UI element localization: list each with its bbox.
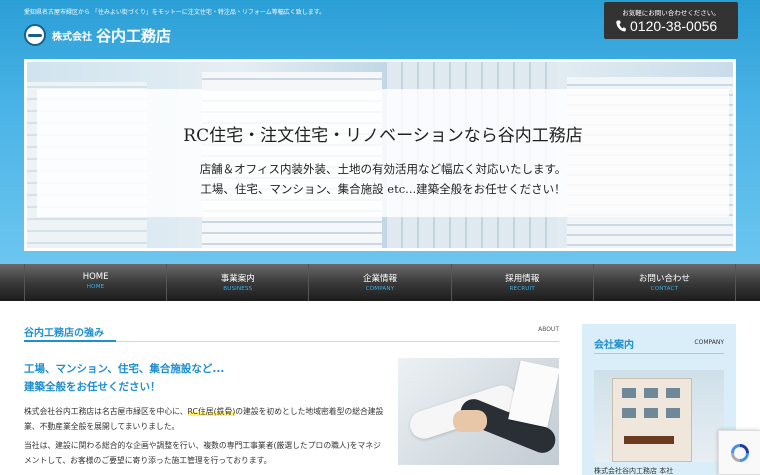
sidebar-caption[interactable]: 株式会社谷内工務店 本社 [594,466,673,475]
global-nav: HOME HOME 事業案内 BUSINESS 企業情報 COMPANY 採用情… [0,264,760,301]
photo-shape [624,436,674,444]
sidebar-title: 会社案内 [594,340,634,351]
phone-number-text: 0120-38-0056 [630,18,718,34]
phone-contact-box[interactable]: お気軽にお問い合わせください。 0120-38-0056 [604,2,738,39]
photo-shape [622,408,636,418]
logo-company-name: 谷内工務店 [96,26,172,45]
sidebar-subtitle: COMPANY [694,339,724,346]
handshake-photo [398,358,559,465]
site-logo[interactable]: 株式会社 谷内工務店 [24,24,171,46]
nav-item-recruit[interactable]: 採用情報 RECRUIT [450,264,593,301]
sidebar-header: 会社案内 COMPANY [594,336,724,354]
paragraph-text: 株式会社谷内工務店は名古屋市緑区を中心に、 [24,407,188,416]
hero-subtitle-line2: 工場、住宅、マンション、集合施設 etc...建築全般をお任せください！ [200,182,566,196]
photo-shape [453,410,487,432]
nav-label: 企業情報 [363,274,398,284]
about-section-header: 谷内工務店の強み ABOUT [24,322,559,342]
company-building-photo[interactable] [594,370,724,462]
section-subtitle: ABOUT [538,326,559,333]
contact-caption: お気軽にお問い合わせください。 [622,9,720,17]
nav-sublabel: CONTACT [650,286,679,292]
nav-label: 事業案内 [220,274,255,284]
phone-icon [616,20,626,32]
nav-item-home[interactable]: HOME HOME [24,264,166,301]
recaptcha-icon [730,443,749,462]
photo-shape [666,388,680,398]
nav-item-business[interactable]: 事業案内 BUSINESS [166,264,308,301]
section-title: 谷内工務店の強み [24,328,104,339]
sidebar-company-box[interactable]: 会社案内 COMPANY 株式会社谷内工務店 本社 [582,324,736,475]
hero-banner: RC住宅・注文住宅・リノベーションなら谷内工務店 店舗＆オフィス内装外装、土地の… [24,59,736,251]
nav-sublabel: BUSINESS [223,286,253,292]
lead-line: 建築全般をお任せください！ [24,381,161,393]
about-paragraph: 当社は、建設に関わる総合的な企画や調整を行い、複数の専門工事業者(厳選したプロの… [24,441,381,465]
photo-shape [644,388,658,398]
nav-sublabel: HOME [86,284,105,290]
logo-company-type: 株式会社 [52,31,92,43]
photo-shape [508,360,559,428]
highlighted-text: RC住居(鉄骨) [187,407,236,416]
phone-number[interactable]: 0120-38-0056 [616,18,717,34]
hero-text-panel: RC住宅・注文住宅・リノベーションなら谷内工務店 店舗＆オフィス内装外装、土地の… [37,89,729,217]
about-paragraph: 株式会社谷内工務店は名古屋市緑区を中心に、RC住居(鉄骨)の建設を初めとした地域… [24,405,384,434]
header-tagline: 愛知県名古屋市緑区から 「住みよい街づくり」をモットーに注文住宅・特注品・リフォ… [24,9,326,16]
nav-label: HOME [82,272,109,282]
photo-shape [644,408,658,418]
photo-shape [666,408,680,418]
hero-title: RC住宅・注文住宅・リノベーションなら谷内工務店 [183,126,583,146]
photo-shape [622,388,636,398]
nav-sublabel: COMPANY [365,286,395,292]
recaptcha-badge[interactable] [718,430,760,475]
section-title-underline [24,340,116,342]
about-body: 株式会社谷内工務店は名古屋市緑区を中心に、RC住居(鉄骨)の建設を初めとした地域… [24,405,384,473]
nav-item-contact[interactable]: お問い合わせ CONTACT [592,264,737,301]
about-lead: 工場、マンション、住宅、集合施設など... 建築全般をお任せください！ [24,360,224,396]
nav-sublabel: RECRUIT [509,286,535,292]
hero-subtitle-line1: 店舗＆オフィス内装外装、土地の有効活用など幅広く対応いたします。 [199,162,567,176]
logo-mark-icon [24,24,46,46]
nav-label: 採用情報 [505,274,540,284]
nav-label: お問い合わせ [638,274,690,284]
site-header: 愛知県名古屋市緑区から 「住みよい街づくり」をモットーに注文住宅・特注品・リフォ… [0,0,760,264]
lead-line: 工場、マンション、住宅、集合施設など... [24,363,225,375]
nav-item-company[interactable]: 企業情報 COMPANY [308,264,450,301]
